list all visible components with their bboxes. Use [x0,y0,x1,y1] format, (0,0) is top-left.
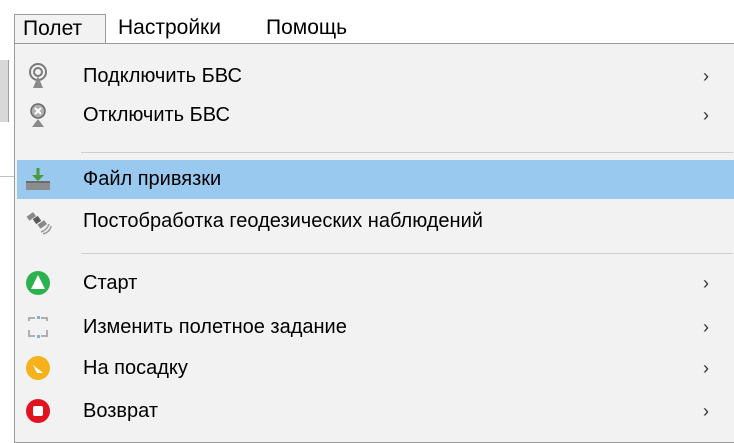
connect-uav-icon [23,61,53,91]
menu-item-binding-file[interactable]: Файл привязки [17,160,734,199]
menu-item-label: Файл привязки [83,168,222,190]
menu-bar: Полет Настройки Помощь [0,0,734,44]
menu-flight[interactable]: Полет [14,14,106,44]
background-window-control [0,60,9,122]
menu-item-landing[interactable]: На посадку › [17,349,734,388]
satellite-icon [23,206,53,236]
menu-item-connect-uav[interactable]: Подключить БВС › [17,57,734,96]
disconnect-uav-icon [23,100,53,130]
menu-item-label: Изменить полетное задание [83,316,347,338]
menu-separator [81,152,733,153]
menu-item-label: Возврат [83,400,158,422]
menu-item-label: Отключить БВС [83,104,230,126]
menu-item-disconnect-uav[interactable]: Отключить БВС › [17,96,734,135]
submenu-arrow-icon: › [703,317,709,337]
menu-item-label: Старт [83,272,138,294]
submenu-arrow-icon: › [703,358,709,378]
landing-icon [23,353,53,383]
takeoff-icon [23,268,53,298]
menu-item-change-mission[interactable]: Изменить полетное задание › [17,308,734,347]
return-icon [23,396,53,426]
flight-dropdown-menu: Подключить БВС › Отключить БВС › Файл пр… [14,43,734,443]
download-tray-icon [23,164,53,194]
menu-separator [81,253,733,254]
submenu-arrow-icon: › [703,66,709,86]
menu-item-label: Постобработка геодезических наблюдений [83,210,483,232]
background-window-line [0,176,14,177]
menu-settings[interactable]: Настройки [110,14,229,44]
change-mission-icon [23,312,53,342]
menu-item-label: На посадку [83,357,188,379]
menu-item-start[interactable]: Старт › [17,264,734,303]
menu-item-geodetic-postprocessing[interactable]: Постобработка геодезических наблюдений [17,202,734,241]
submenu-arrow-icon: › [703,273,709,293]
menu-item-label: Подключить БВС [83,65,242,87]
submenu-arrow-icon: › [703,105,709,125]
menu-help[interactable]: Помощь [258,14,355,44]
submenu-arrow-icon: › [703,401,709,421]
menu-item-return[interactable]: Возврат › [17,392,734,431]
